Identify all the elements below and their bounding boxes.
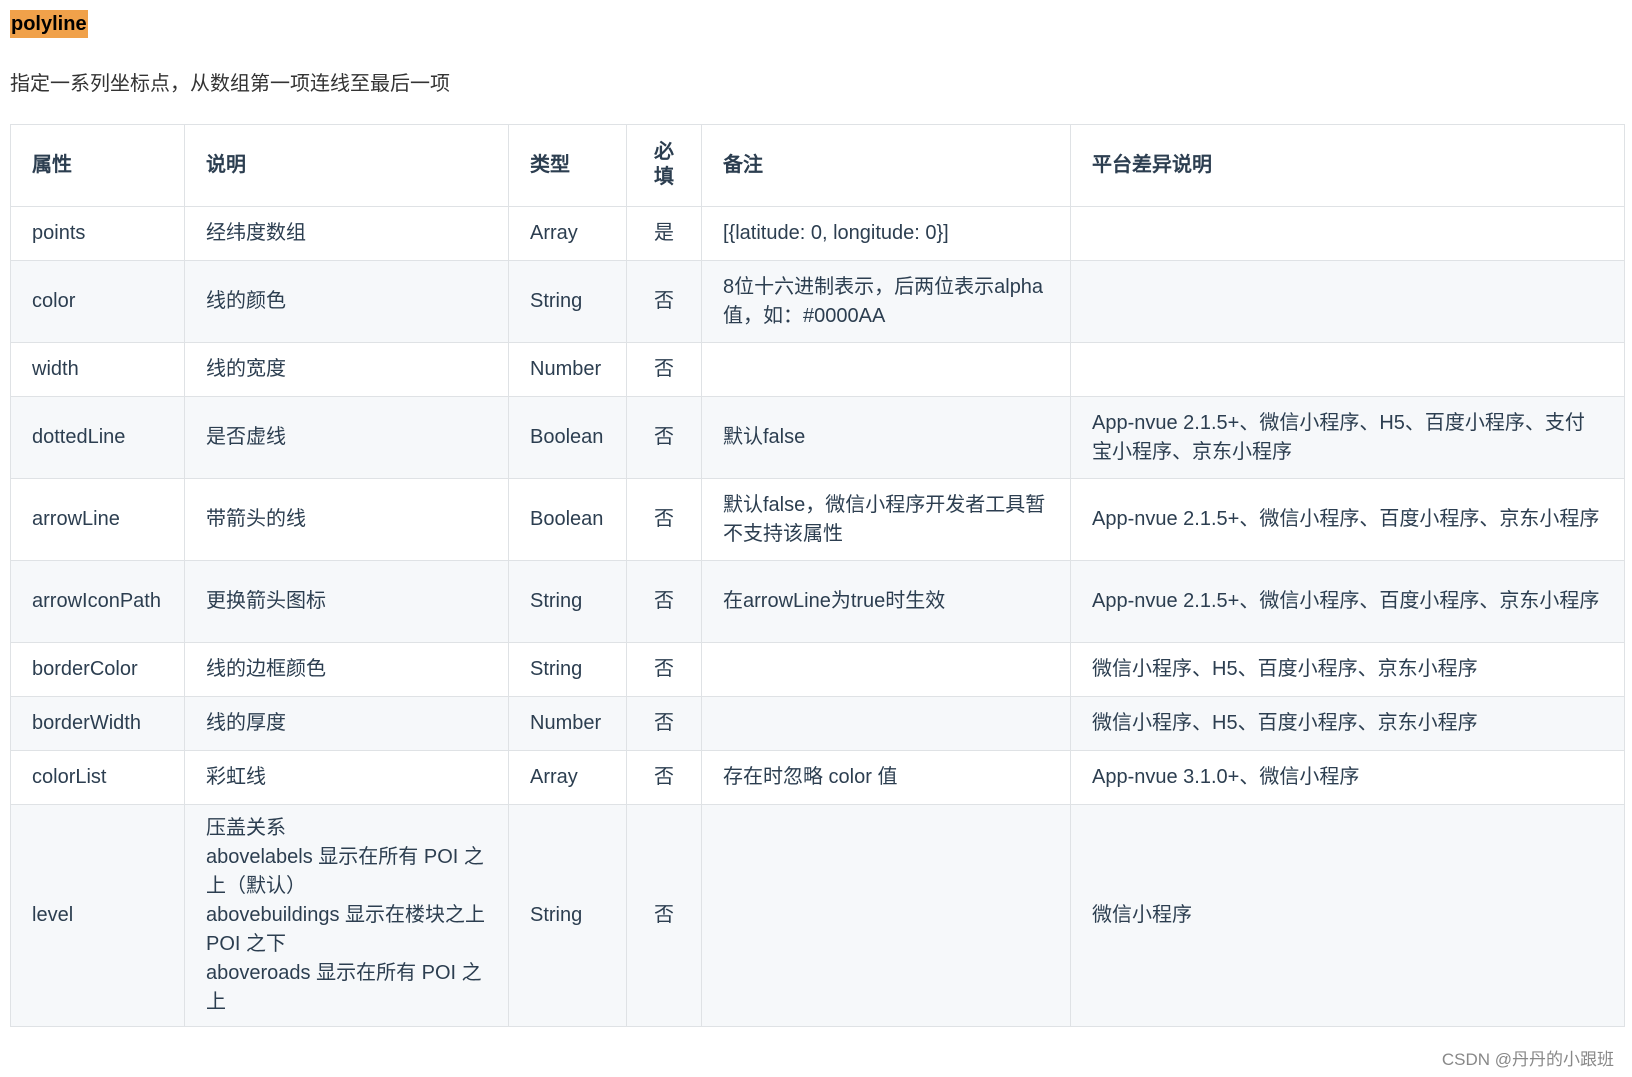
section-heading: polyline bbox=[10, 10, 88, 38]
cell-platform: App-nvue 2.1.5+、微信小程序、H5、百度小程序、支付宝小程序、京东… bbox=[1070, 396, 1625, 479]
cell-attribute: colorList bbox=[10, 750, 185, 805]
cell-remark: 默认false bbox=[701, 396, 1071, 479]
cell-platform: 微信小程序 bbox=[1070, 804, 1625, 1027]
table-row: borderColor 线的边框颜色 String 否 微信小程序、H5、百度小程序、京… bbox=[10, 642, 1625, 697]
cell-remark bbox=[701, 642, 1071, 697]
cell-attribute: level bbox=[10, 804, 185, 1027]
cell-required: 否 bbox=[626, 342, 702, 397]
cell-description: 线的颜色 bbox=[184, 260, 509, 343]
cell-description: 线的宽度 bbox=[184, 342, 509, 397]
table-row: points 经纬度数组 Array 是 [{latitude: 0, longitud… bbox=[10, 206, 1625, 261]
table-row: colorList 彩虹线 Array 否存在时忽略 color 值 App-nvue … bbox=[10, 750, 1625, 805]
cell-description: 线的边框颜色 bbox=[184, 642, 509, 697]
cell-type: String bbox=[508, 642, 627, 697]
table-row: color 线的颜色 String 否 8位十六进制表示，后两位表示alpha值，如：#… bbox=[10, 260, 1625, 343]
cell-attribute: arrowIconPath bbox=[10, 560, 185, 643]
cell-required: 否 bbox=[626, 750, 702, 805]
cell-attribute: arrowLine bbox=[10, 478, 185, 561]
cell-description: 是否虚线 bbox=[184, 396, 509, 479]
header-required: 必填 bbox=[626, 124, 702, 207]
cell-remark: 默认false，微信小程序开发者工具暂不支持该属性 bbox=[701, 478, 1071, 561]
table-row: dottedLine 是否虚线 Boolean 否默认false App-nvue 2.… bbox=[10, 396, 1625, 479]
cell-required: 否 bbox=[626, 696, 702, 751]
header-platform: 平台差异说明 bbox=[1070, 124, 1625, 207]
cell-description: 彩虹线 bbox=[184, 750, 509, 805]
cell-type: String bbox=[508, 260, 627, 343]
cell-remark bbox=[701, 342, 1071, 397]
cell-required: 否 bbox=[626, 396, 702, 479]
header-description: 说明 bbox=[184, 124, 509, 207]
cell-type: Number bbox=[508, 696, 627, 751]
table-body: points 经纬度数组 Array 是 [{latitude: 0, longitud… bbox=[10, 206, 1625, 1027]
cell-description: 线的厚度 bbox=[184, 696, 509, 751]
intro-text: 指定一系列坐标点，从数组第一项连线至最后一项 bbox=[10, 73, 450, 95]
table-row: borderWidth 线的厚度 Number 否 微信小程序、H5、百度小程序、京东小… bbox=[10, 696, 1625, 751]
cell-remark bbox=[701, 804, 1071, 1027]
cell-platform: 微信小程序、H5、百度小程序、京东小程序 bbox=[1070, 696, 1625, 751]
cell-description: 压盖关系 abovelabels 显示在所有 POI 之上（默认） aboveb… bbox=[184, 804, 509, 1027]
cell-remark bbox=[701, 696, 1071, 751]
header-remark: 备注 bbox=[701, 124, 1071, 207]
cell-attribute: width bbox=[10, 342, 185, 397]
cell-platform: 微信小程序、H5、百度小程序、京东小程序 bbox=[1070, 642, 1625, 697]
header-type: 类型 bbox=[508, 124, 627, 207]
cell-platform: App-nvue 2.1.5+、微信小程序、百度小程序、京东小程序 bbox=[1070, 560, 1625, 643]
header-required-label: 必填 bbox=[654, 140, 674, 188]
table-row: width 线的宽度 Number 否 bbox=[10, 342, 1625, 397]
cell-platform bbox=[1070, 342, 1625, 397]
cell-required: 否 bbox=[626, 260, 702, 343]
watermark: CSDN @丹丹的小跟班 bbox=[1441, 1050, 1614, 1069]
cell-attribute: color bbox=[10, 260, 185, 343]
cell-platform bbox=[1070, 260, 1625, 343]
cell-type: Array bbox=[508, 750, 627, 805]
cell-required: 否 bbox=[626, 804, 702, 1027]
cell-type: Number bbox=[508, 342, 627, 397]
table-row: arrowLine 带箭头的线 Boolean 否默认false，微信小程序开发者工具… bbox=[10, 478, 1625, 561]
cell-remark: 在arrowLine为true时生效 bbox=[701, 560, 1071, 643]
cell-remark: 8位十六进制表示，后两位表示alpha值，如：#0000AA bbox=[701, 260, 1071, 343]
cell-platform: App-nvue 3.1.0+、微信小程序 bbox=[1070, 750, 1625, 805]
cell-required: 否 bbox=[626, 642, 702, 697]
cell-type: Boolean bbox=[508, 396, 627, 479]
cell-platform: App-nvue 2.1.5+、微信小程序、百度小程序、京东小程序 bbox=[1070, 478, 1625, 561]
cell-required: 否 bbox=[626, 478, 702, 561]
cell-type: Boolean bbox=[508, 478, 627, 561]
properties-table: 属性 说明 类型 必填 备注 平台差异说明 points 经纬度数组 Array 是[… bbox=[10, 124, 1625, 1027]
cell-attribute: points bbox=[10, 206, 185, 261]
cell-description: 经纬度数组 bbox=[184, 206, 509, 261]
table-header-row: 属性 说明 类型 必填 备注 平台差异说明 bbox=[10, 124, 1625, 207]
cell-platform bbox=[1070, 206, 1625, 261]
cell-attribute: borderColor bbox=[10, 642, 185, 697]
header-attribute: 属性 bbox=[10, 124, 185, 207]
table-row: level 压盖关系 abovelabels 显示在所有 POI 之上（默认） a… bbox=[10, 804, 1625, 1027]
cell-required: 否 bbox=[626, 560, 702, 643]
cell-description: 带箭头的线 bbox=[184, 478, 509, 561]
cell-attribute: dottedLine bbox=[10, 396, 185, 479]
cell-type: String bbox=[508, 560, 627, 643]
cell-description: 更换箭头图标 bbox=[184, 560, 509, 643]
cell-remark: 存在时忽略 color 值 bbox=[701, 750, 1071, 805]
table-row: arrowIconPath 更换箭头图标 String 否在arrowLine为tru… bbox=[10, 560, 1625, 643]
cell-type: String bbox=[508, 804, 627, 1027]
cell-type: Array bbox=[508, 206, 627, 261]
cell-required: 是 bbox=[626, 206, 702, 261]
cell-remark: [{latitude: 0, longitude: 0}] bbox=[701, 206, 1071, 261]
cell-attribute: borderWidth bbox=[10, 696, 185, 751]
